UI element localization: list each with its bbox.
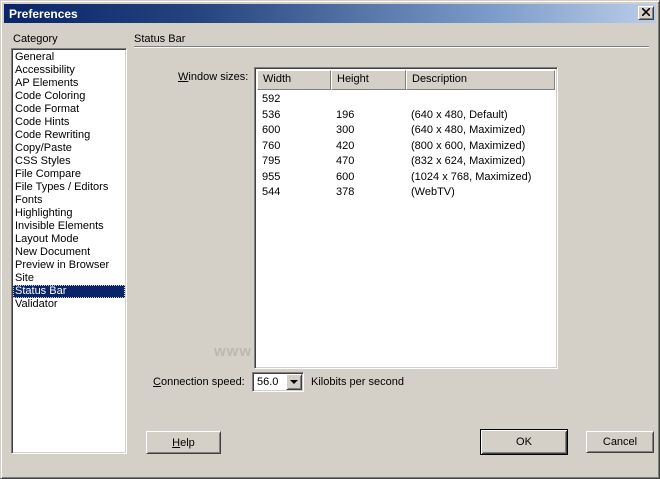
watermark-text: www [214, 343, 254, 360]
panel-separator [134, 46, 649, 48]
window-sizes-label: Window sizes: [178, 71, 248, 83]
table-row[interactable]: 760420(800 x 600, Maximized) [257, 139, 555, 155]
table-row[interactable]: 592 [257, 92, 555, 108]
close-button[interactable] [638, 6, 654, 20]
category-item[interactable]: CSS Styles [13, 155, 125, 168]
connection-speed-label: Connection speed: [153, 376, 245, 388]
table-cell: 955 [257, 170, 331, 186]
category-item[interactable]: Copy/Paste [13, 142, 125, 155]
dialog-title: Preferences [9, 7, 78, 21]
table-cell: (1024 x 768, Maximized) [406, 170, 555, 186]
cancel-button-label: Cancel [603, 436, 637, 448]
table-cell: 600 [257, 123, 331, 139]
category-item[interactable]: New Document [13, 246, 125, 259]
category-list[interactable]: GeneralAccessibilityAP ElementsCode Colo… [11, 48, 127, 454]
category-item[interactable]: File Types / Editors [13, 181, 125, 194]
window-sizes-table-body[interactable]: 592536196(640 x 480, Default)600300(640 … [257, 90, 555, 366]
category-item[interactable]: Layout Mode [13, 233, 125, 246]
category-item[interactable]: File Compare [13, 168, 125, 181]
category-item[interactable]: Preview in Browser [13, 259, 125, 272]
table-row[interactable]: 955600(1024 x 768, Maximized) [257, 170, 555, 186]
window-sizes-table-header: WidthHeightDescription [257, 70, 555, 90]
category-item[interactable]: Code Hints [13, 116, 125, 129]
category-item[interactable]: Status Bar [13, 285, 125, 298]
table-row[interactable]: 544378(WebTV) [257, 185, 555, 201]
table-cell: 600 [331, 170, 406, 186]
table-row[interactable]: 536196(640 x 480, Default) [257, 108, 555, 124]
category-item[interactable]: AP Elements [13, 77, 125, 90]
category-item[interactable]: Site [13, 272, 125, 285]
cancel-button[interactable]: Cancel [586, 431, 654, 453]
table-cell: 760 [257, 139, 331, 155]
category-item[interactable]: Fonts [13, 194, 125, 207]
combo-dropdown-button[interactable] [286, 374, 302, 390]
category-item[interactable]: Code Format [13, 103, 125, 116]
connection-speed-value: 56.0 [253, 374, 286, 390]
table-cell: 196 [331, 108, 406, 124]
table-cell: (832 x 624, Maximized) [406, 154, 555, 170]
chevron-down-icon [290, 380, 298, 384]
table-cell: 470 [331, 154, 406, 170]
category-item[interactable]: Accessibility [13, 64, 125, 77]
table-cell: 592 [257, 92, 331, 108]
table-cell: (640 x 480, Default) [406, 108, 555, 124]
table-row[interactable]: 795470(832 x 624, Maximized) [257, 154, 555, 170]
table-cell: 378 [331, 185, 406, 201]
table-cell: 536 [257, 108, 331, 124]
connection-speed-select[interactable]: 56.0 [252, 372, 304, 392]
column-header[interactable]: Description [406, 70, 555, 90]
help-button-label: Help [172, 437, 195, 449]
connection-speed-unit: Kilobits per second [311, 376, 404, 388]
table-row[interactable]: 600300(640 x 480, Maximized) [257, 123, 555, 139]
table-cell: 420 [331, 139, 406, 155]
category-item[interactable]: Invisible Elements [13, 220, 125, 233]
column-header[interactable]: Height [331, 70, 406, 90]
table-cell: 544 [257, 185, 331, 201]
column-header[interactable]: Width [257, 70, 331, 90]
window-sizes-table[interactable]: WidthHeightDescription 592536196(640 x 4… [254, 67, 558, 369]
titlebar[interactable]: Preferences [4, 4, 656, 23]
table-cell: 795 [257, 154, 331, 170]
category-item[interactable]: Validator [13, 298, 125, 311]
table-cell: (800 x 600, Maximized) [406, 139, 555, 155]
table-cell: 300 [331, 123, 406, 139]
table-cell [331, 92, 406, 108]
category-item[interactable]: Code Rewriting [13, 129, 125, 142]
category-item[interactable]: Highlighting [13, 207, 125, 220]
category-item[interactable]: Code Coloring [13, 90, 125, 103]
panel-title: Status Bar [134, 33, 185, 45]
category-label: Category [13, 33, 58, 45]
close-icon [642, 7, 650, 19]
table-cell [406, 92, 555, 108]
table-cell: (640 x 480, Maximized) [406, 123, 555, 139]
preferences-dialog: Preferences Category GeneralAccessibilit… [0, 0, 660, 479]
table-cell: (WebTV) [406, 185, 555, 201]
help-button[interactable]: Help [146, 431, 221, 454]
category-item[interactable]: General [13, 51, 125, 64]
ok-button[interactable]: OK [480, 429, 568, 455]
ok-button-label: OK [516, 436, 532, 448]
